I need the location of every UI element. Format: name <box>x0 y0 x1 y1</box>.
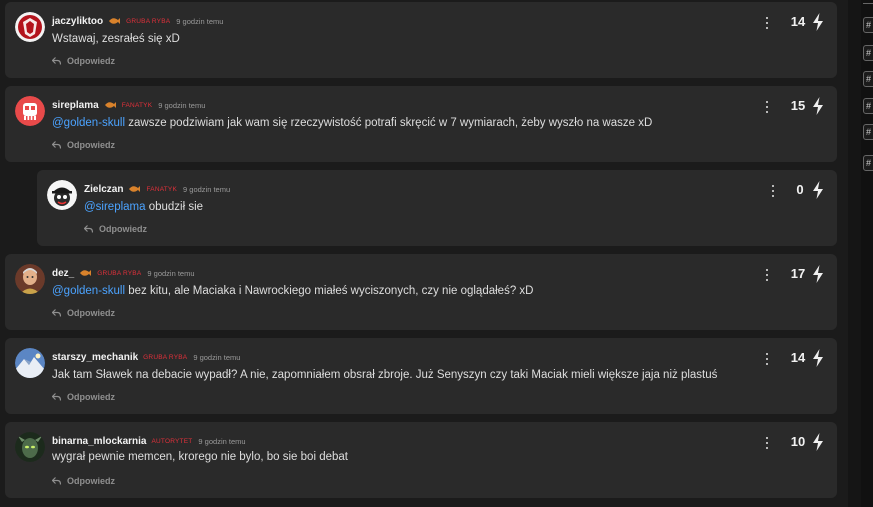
divider <box>863 3 873 4</box>
reply-icon <box>84 225 93 233</box>
timestamp: 9 godzin temu <box>147 268 195 278</box>
reply-label: Odpowiedz <box>67 392 115 402</box>
tag-chip[interactable]: # <box>863 155 873 171</box>
reply-label: Odpowiedz <box>67 308 115 318</box>
vote-score: 0 <box>796 182 804 197</box>
rank-fish-icon <box>80 270 92 276</box>
rank-fish-icon <box>104 102 116 108</box>
lightning-vote-icon[interactable] <box>812 13 824 31</box>
comment-header: jaczyliktoo GRUBA RYBA 9 godzin temu <box>52 14 223 28</box>
timestamp: 9 godzin temu <box>176 16 224 26</box>
more-options-icon[interactable] <box>764 436 770 450</box>
comment-card: binarna_mlockarnia AUTORYTET 9 godzin te… <box>5 422 837 498</box>
comment-header: dez_ GRUBA RYBA 9 godzin temu <box>52 266 195 280</box>
timestamp: 9 godzin temu <box>183 184 231 194</box>
comment-text: @sireplama obudził sie <box>84 201 204 213</box>
comment-header: Zielczan FANATYK 9 godzin temu <box>84 182 230 196</box>
lightning-vote-icon[interactable] <box>812 181 824 199</box>
more-options-icon[interactable] <box>764 268 770 282</box>
reply-button[interactable]: Odpowiedz <box>52 476 115 486</box>
reply-icon <box>52 393 61 401</box>
rank-badge: AUTORYTET <box>151 437 193 445</box>
more-options-icon[interactable] <box>770 184 776 198</box>
tag-chip[interactable]: # <box>863 45 873 61</box>
vote-score: 14 <box>790 14 806 29</box>
rank-badge: GRUBA RYBA <box>97 269 142 277</box>
comment-text: @golden-skull bez kitu, ale Maciaka i Na… <box>52 285 534 297</box>
username[interactable]: Zielczan <box>84 184 123 195</box>
comment-text: Jak tam Sławek na debacie wypadł? A nie,… <box>52 369 718 381</box>
username[interactable]: starszy_mechanik <box>52 352 138 363</box>
lightning-vote-icon[interactable] <box>812 97 824 115</box>
reply-label: Odpowiedz <box>67 56 115 66</box>
rank-badge: GRUBA RYBA <box>143 353 188 361</box>
avatar[interactable] <box>15 264 45 294</box>
comment-card: jaczyliktoo GRUBA RYBA 9 godzin temu Wst… <box>5 2 837 78</box>
reply-icon <box>52 57 61 65</box>
username[interactable]: binarna_mlockarnia <box>52 436 146 447</box>
reply-icon <box>52 309 61 317</box>
mention-link[interactable]: @sireplama <box>84 201 146 213</box>
timestamp: 9 godzin temu <box>193 352 241 362</box>
tag-chip[interactable]: # <box>863 98 873 114</box>
username[interactable]: dez_ <box>52 268 74 279</box>
rank-fish-icon <box>129 186 141 192</box>
reply-button[interactable]: Odpowiedz <box>52 56 115 66</box>
reply-icon <box>52 477 61 485</box>
mention-link[interactable]: @golden-skull <box>52 285 125 297</box>
more-options-icon[interactable] <box>764 16 770 30</box>
comment-card: starszy_mechanik GRUBA RYBA 9 godzin tem… <box>5 338 837 414</box>
more-options-icon[interactable] <box>764 352 770 366</box>
reply-button[interactable]: Odpowiedz <box>52 392 115 402</box>
comment-header: starszy_mechanik GRUBA RYBA 9 godzin tem… <box>52 350 240 364</box>
comment-card: sireplama FANATYK 9 godzin temu @golden-… <box>5 86 837 162</box>
rank-badge: FANATYK <box>121 101 153 109</box>
avatar[interactable] <box>15 432 45 462</box>
reply-label: Odpowiedz <box>67 140 115 150</box>
reply-button[interactable]: Odpowiedz <box>52 140 115 150</box>
rank-fish-icon <box>109 18 121 24</box>
tag-chip[interactable]: # <box>863 71 873 87</box>
timestamp: 9 godzin temu <box>198 436 246 446</box>
comment-text: wygrał pewnie memcen, krorego nie bylo, … <box>52 451 348 463</box>
comment-header: binarna_mlockarnia AUTORYTET 9 godzin te… <box>52 434 246 448</box>
reply-button[interactable]: Odpowiedz <box>52 308 115 318</box>
mention-link[interactable]: @golden-skull <box>52 117 125 129</box>
nested-comment-card: Zielczan FANATYK 9 godzin temu @sireplam… <box>37 170 837 246</box>
comment-feed: jaczyliktoo GRUBA RYBA 9 godzin temu Wst… <box>0 0 848 507</box>
avatar[interactable] <box>15 348 45 378</box>
reply-icon <box>52 141 61 149</box>
timestamp: 9 godzin temu <box>158 100 206 110</box>
username[interactable]: jaczyliktoo <box>52 16 103 27</box>
reply-button[interactable]: Odpowiedz <box>84 224 147 234</box>
avatar[interactable] <box>15 96 45 126</box>
vote-score: 10 <box>790 434 806 449</box>
more-options-icon[interactable] <box>764 100 770 114</box>
tag-chip[interactable]: # <box>863 17 873 33</box>
lightning-vote-icon[interactable] <box>812 265 824 283</box>
comment-text: Wstawaj, zesrałeś się xD <box>52 33 180 45</box>
rank-badge: FANATYK <box>146 185 178 193</box>
avatar[interactable] <box>15 12 45 42</box>
comment-header: sireplama FANATYK 9 godzin temu <box>52 98 205 112</box>
comment-card: dez_ GRUBA RYBA 9 godzin temu @golden-sk… <box>5 254 837 330</box>
vote-score: 14 <box>790 350 806 365</box>
tag-chip[interactable]: # <box>863 124 873 140</box>
username[interactable]: sireplama <box>52 100 99 111</box>
reply-label: Odpowiedz <box>67 476 115 486</box>
reply-label: Odpowiedz <box>99 224 147 234</box>
lightning-vote-icon[interactable] <box>812 433 824 451</box>
rank-badge: GRUBA RYBA <box>126 17 171 25</box>
comment-text: @golden-skull zawsze podziwiam jak wam s… <box>52 117 653 129</box>
right-sidebar: # # # # # # <box>848 0 873 507</box>
lightning-vote-icon[interactable] <box>812 349 824 367</box>
vote-score: 17 <box>790 266 806 281</box>
vote-score: 15 <box>790 98 806 113</box>
scrollbar-track[interactable] <box>848 0 861 507</box>
avatar[interactable] <box>47 180 77 210</box>
